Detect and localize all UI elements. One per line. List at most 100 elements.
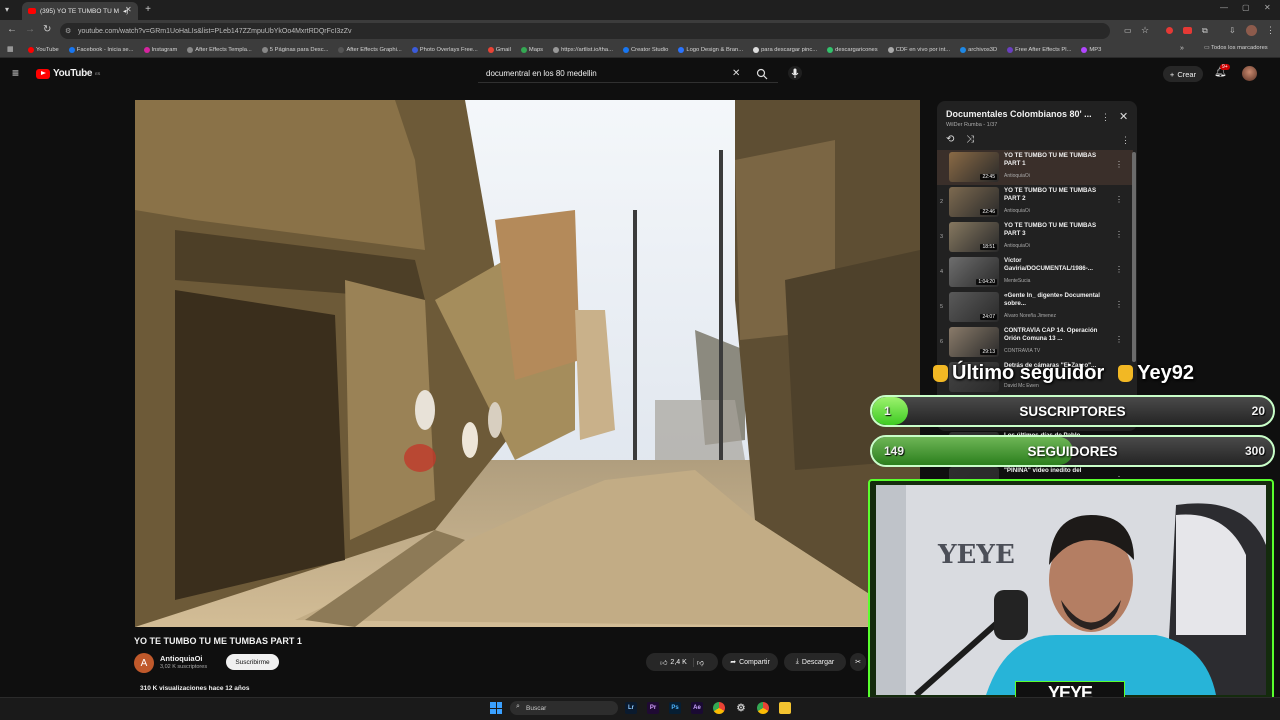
windows-start-icon[interactable] [490, 702, 502, 714]
taskbar-search[interactable]: Buscar [510, 701, 618, 715]
site-info-icon[interactable]: ⚙ [65, 27, 71, 35]
profile-avatar[interactable] [1246, 25, 1257, 36]
bookmark-item[interactable]: YouTube [28, 46, 59, 53]
bookmark-item[interactable]: Gmail [487, 46, 511, 53]
download-button[interactable]: ⤓ Descargar [784, 653, 846, 671]
forward-icon[interactable]: → [25, 24, 35, 35]
playlist-item-menu-icon[interactable]: ⋮ [1115, 300, 1123, 309]
bookmark-item[interactable]: 5 Páginas para Desc... [261, 46, 328, 53]
back-icon[interactable]: ← [7, 24, 17, 35]
playlist-item[interactable]: 4 1:04:20 Víctor Gaviria/DOCUMENTAL/1986-.… [937, 255, 1133, 290]
youtube-logo[interactable]: YouTube ES [36, 68, 100, 79]
bookmark-item[interactable]: Free After Effects Pl... [1007, 46, 1071, 53]
playlist-item-menu-icon[interactable]: ⋮ [1115, 195, 1123, 204]
dislike-button[interactable]: 👎︎ [697, 658, 704, 667]
channel-name[interactable]: AntioquiaOi [160, 654, 203, 663]
window-close-icon[interactable]: ✕ [1264, 3, 1271, 12]
bookmark-item[interactable]: https://artlist.io/tha... [553, 46, 613, 53]
channel-avatar[interactable]: A [134, 653, 154, 673]
playlist-item[interactable]: 6 29:13 CONTRAVÍA CAP 14. Operación Orión … [937, 325, 1133, 360]
like-button[interactable]: 👍︎ 2,4 K [660, 657, 694, 667]
last-follower-banner: Último seguidor Yey92 [933, 362, 1194, 385]
create-button[interactable]: + Crear [1163, 66, 1203, 82]
playlist-item-menu-icon[interactable]: ⋮ [1115, 160, 1123, 169]
apps-grid-icon[interactable]: ▦ [7, 45, 14, 53]
clear-search-icon[interactable]: ✕ [732, 68, 740, 79]
playlist-item-menu-icon[interactable]: ⋮ [1115, 230, 1123, 239]
rock-hand-icon [1118, 365, 1134, 382]
photoshop-app-icon[interactable]: Ps [669, 702, 681, 714]
playlist-item[interactable]: 3 18:51 YO TE TUMBO TU ME TUMBAS PART 3 Ant… [937, 220, 1133, 255]
settings-app-icon[interactable]: ⚙ [735, 702, 747, 714]
all-bookmarks-folder[interactable]: ▭ Todos los marcadores [1204, 45, 1268, 51]
bookmark-item[interactable]: para descargar pinc... [753, 46, 817, 53]
playlist-item-thumbnail: 24:07 [949, 292, 999, 322]
playlist-item-thumbnail: 18:51 [949, 222, 999, 252]
bookmark-item[interactable]: CDF en vivo por int... [887, 46, 950, 53]
shuffle-icon[interactable]: ⤨ [966, 134, 974, 145]
playlist-options-icon[interactable]: ⋮ [1121, 135, 1130, 146]
tab-search-icon[interactable]: ▾ [5, 5, 9, 14]
chrome-app-icon[interactable] [713, 702, 725, 714]
clip-button[interactable]: ✂ [850, 653, 866, 671]
browser-tab[interactable]: (395) YO TE TUMBO TU M ◂) [22, 2, 138, 20]
lightroom-app-icon[interactable]: Lr [625, 702, 637, 714]
youtube-play-logo-icon [36, 68, 50, 79]
playlist-item-channel: CONTRAVIA TV [1004, 348, 1041, 354]
bookmark-star-icon[interactable]: ☆ [1141, 25, 1149, 36]
bookmark-item[interactable]: MP3 [1081, 46, 1101, 53]
microphone-icon[interactable] [788, 66, 802, 80]
hamburger-menu-icon[interactable]: ≡ [12, 66, 19, 80]
maximize-icon[interactable]: ▢ [1242, 3, 1250, 12]
after-effects-app-icon[interactable]: Ae [691, 702, 703, 714]
playlist-close-icon[interactable]: ✕ [1119, 110, 1128, 123]
playlist-item-thumbnail: 22:46 [949, 187, 999, 217]
extensions-puzzle-icon[interactable]: ⧉ [1202, 26, 1208, 36]
bookmark-item[interactable]: Logo Design & Bran... [678, 46, 743, 53]
cast-icon[interactable]: ▭ [1124, 26, 1132, 35]
chrome-menu-icon[interactable]: ⋮ [1266, 25, 1275, 36]
playlist-item[interactable]: 5 24:07 «Gente In_ digente» Documental sob… [937, 290, 1133, 325]
tab-close-icon[interactable]: ✕ [125, 5, 132, 14]
playlist-more-icon[interactable]: ⋮ [1101, 112, 1110, 123]
file-explorer-app-icon[interactable] [779, 702, 791, 714]
webcam-feed: YEYE [876, 485, 1266, 695]
new-tab-button[interactable]: + [142, 4, 154, 16]
bookmark-item[interactable]: Maps [520, 46, 543, 53]
bookmark-item[interactable]: Creator Studio [622, 46, 668, 53]
bookmark-favicon-icon [411, 46, 418, 53]
bookmark-item[interactable]: archivos3D [960, 46, 997, 53]
bookmark-item[interactable]: descargaricones [827, 46, 878, 53]
bookmark-favicon-icon [960, 46, 967, 53]
minimize-icon[interactable]: — [1220, 3, 1228, 12]
video-player[interactable] [135, 100, 920, 627]
premiere-app-icon[interactable]: Pr [647, 702, 659, 714]
bookmark-item[interactable]: Facebook - Inicia se... [68, 46, 134, 53]
playlist-item-title: YO TE TUMBO TU ME TUMBAS PART 2 [1004, 187, 1097, 202]
extension-icon[interactable] [1166, 27, 1173, 34]
svg-text:YEYE: YEYE [937, 540, 1015, 570]
bookmark-item[interactable]: Photo Overlays Free... [411, 46, 478, 53]
bookmark-item[interactable]: After Effects Templa... [187, 46, 252, 53]
playlist-item[interactable]: 2 22:46 YO TE TUMBO TU ME TUMBAS PART 2 Ant… [937, 185, 1133, 220]
loop-icon[interactable]: ⟲ [946, 134, 954, 145]
chrome-profile-app-icon[interactable] [757, 702, 769, 714]
extension-icon[interactable] [1183, 27, 1192, 34]
playlist-item-menu-icon[interactable]: ⋮ [1115, 335, 1123, 344]
playlist-item[interactable]: 22:45 YO TE TUMBO TU ME TUMBAS PART 1 Anti… [937, 150, 1133, 185]
bookmark-item[interactable]: Instagram [143, 46, 177, 53]
reload-icon[interactable]: ↻ [43, 24, 51, 35]
share-button[interactable]: ➦ Compartir [722, 653, 778, 671]
bookmark-item[interactable]: After Effects Graphi... [338, 46, 402, 53]
playlist-title[interactable]: Documentales Colombianos 80' ... [946, 109, 1096, 119]
playlist-item-menu-icon[interactable]: ⋮ [1115, 265, 1123, 274]
subscribe-button[interactable]: Suscribirme [226, 654, 279, 670]
address-bar[interactable]: youtube.com/watch?v=GRm1UoHaLIs&list=PLe… [60, 23, 1110, 39]
account-avatar[interactable] [1242, 66, 1257, 81]
playlist-item-channel: AntioquiaOi [1004, 173, 1030, 179]
more-bookmarks-icon[interactable]: » [1180, 45, 1184, 52]
playlist-item-index: 3 [940, 234, 944, 240]
search-icon[interactable] [756, 67, 768, 80]
downloads-icon[interactable]: ⇩ [1229, 26, 1236, 35]
bookmark-favicon-icon [68, 46, 75, 53]
